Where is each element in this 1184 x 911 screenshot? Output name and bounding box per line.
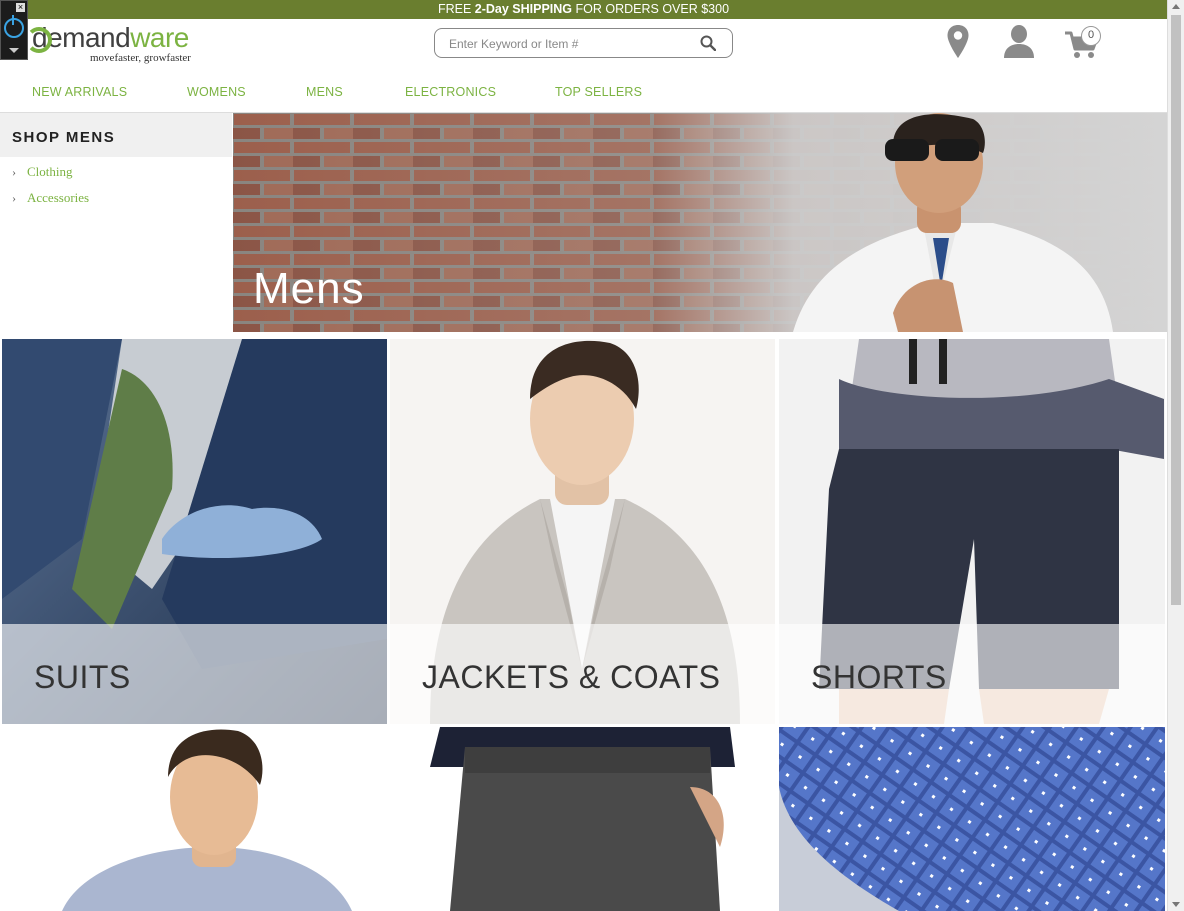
tile-label: SUITS	[34, 659, 131, 695]
power-icon[interactable]	[4, 18, 24, 38]
scroll-down-icon[interactable]	[1172, 902, 1180, 907]
scroll-thumb[interactable]	[1171, 15, 1181, 605]
account-icon[interactable]	[1003, 24, 1035, 60]
search-box[interactable]	[434, 28, 733, 58]
promo-text-3: FOR ORDERS OVER $300	[572, 2, 730, 16]
nav-womens[interactable]: WOMENS	[187, 85, 246, 99]
chevron-down-icon[interactable]	[9, 48, 19, 53]
category-tile-shirts[interactable]	[2, 727, 387, 911]
site-logo[interactable]: demandware movefaster, growfaster	[26, 22, 202, 66]
chevron-right-icon: ›	[12, 191, 16, 205]
logo-swirl-icon	[26, 27, 52, 53]
search-icon[interactable]	[700, 35, 716, 51]
sidebar-item-accessories[interactable]: › Accessories	[0, 185, 232, 211]
logo-wordmark: demandware	[32, 22, 202, 54]
shirts-image	[2, 727, 387, 911]
promo-banner: FREE 2-Day SHIPPING FOR ORDERS OVER $300	[0, 0, 1167, 19]
hero-image	[233, 113, 1167, 332]
hero-banner: Mens	[233, 113, 1167, 332]
hero-title: Mens	[253, 264, 365, 313]
logo-tagline: movefaster, growfaster	[90, 52, 191, 64]
nav-mens[interactable]: MENS	[306, 85, 343, 99]
nav-electronics[interactable]: ELECTRONICS	[405, 85, 496, 99]
cart-count-badge[interactable]: 0	[1081, 26, 1101, 46]
promo-bold-1: 2-Day	[474, 2, 509, 16]
tile-label: JACKETS & COATS	[422, 659, 721, 695]
sidebar-title: SHOP MENS	[0, 113, 232, 157]
page-scrollbar[interactable]	[1167, 0, 1184, 911]
category-tile-shorts[interactable]: SHORTS	[779, 339, 1165, 724]
promo-text-1: FREE	[437, 2, 475, 16]
chevron-right-icon: ›	[12, 165, 16, 179]
category-sidebar: SHOP MENS › Clothing › Accessories	[0, 113, 232, 211]
sidebar-item-label: Clothing	[27, 164, 73, 179]
main-nav: NEW ARRIVALS WOMENS MENS ELECTRONICS TOP…	[0, 80, 1167, 113]
search-input[interactable]	[447, 34, 691, 54]
ties-image	[779, 727, 1165, 911]
nav-top-sellers[interactable]: TOP SELLERS	[555, 85, 642, 99]
sidebar-item-label: Accessories	[27, 190, 90, 205]
nav-new-arrivals[interactable]: NEW ARRIVALS	[32, 85, 127, 99]
pants-image	[390, 727, 775, 911]
category-tile-ties[interactable]	[779, 727, 1165, 911]
store-locator-icon[interactable]	[946, 24, 970, 60]
scroll-up-icon[interactable]	[1172, 4, 1180, 9]
close-icon[interactable]: ×	[16, 3, 25, 12]
promo-bold-2: SHIPPING	[512, 2, 573, 16]
category-tile-suits[interactable]: SUITS	[2, 339, 387, 724]
category-tile-jackets-coats[interactable]: JACKETS & COATS	[390, 339, 775, 724]
power-widget[interactable]: ×	[0, 0, 28, 60]
logo-name-green: ware	[130, 22, 189, 53]
category-tile-pants[interactable]	[390, 727, 775, 911]
sidebar-item-clothing[interactable]: › Clothing	[0, 159, 232, 185]
power-icon-stem	[12, 15, 14, 25]
tile-label: SHORTS	[811, 659, 947, 695]
